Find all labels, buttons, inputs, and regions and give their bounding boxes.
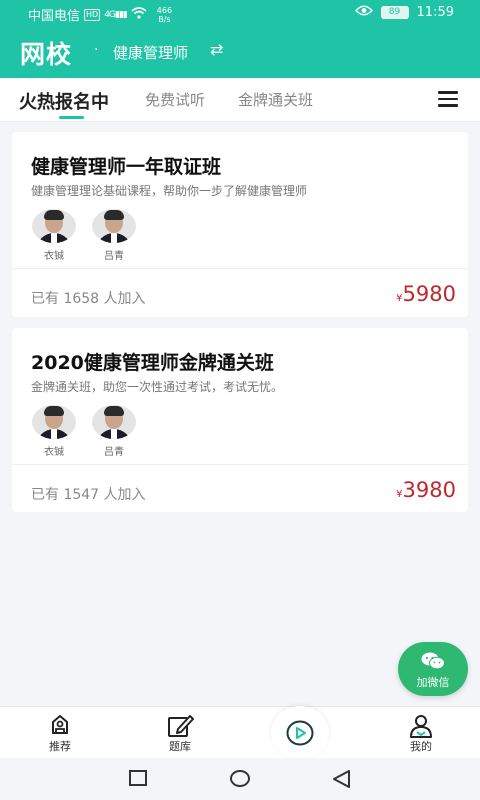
avatar [32, 209, 76, 243]
nav-label: 题库 [169, 740, 191, 753]
tab-gold-class[interactable]: 金牌通关班 [238, 89, 313, 110]
status-bar: 中国电信 HD 4G▮▮▮ 466 B/s 89 11:59 [0, 0, 480, 26]
battery-level: 89 [388, 7, 401, 17]
active-tab-indicator [59, 116, 84, 119]
price-amount: 3980 [402, 478, 456, 502]
course-card[interactable]: 2020健康管理师金牌通关班 金牌通关班，助您一次性通过考试，考试无忧。 衣铖 … [12, 328, 468, 512]
network-speed: 466 B/s [157, 6, 172, 24]
course-description: 金牌通关班，助您一次性通过考试，考试无忧。 [31, 380, 284, 394]
enroll-number: 1547 [63, 487, 100, 503]
teacher[interactable]: 吕青 [91, 405, 137, 458]
enrollment-count: 已有 1658 人加入 [31, 288, 146, 308]
teacher-name: 吕青 [104, 447, 124, 458]
teacher[interactable]: 衣铖 [31, 209, 77, 262]
home-icon [46, 713, 74, 739]
teacher[interactable]: 衣铖 [31, 405, 77, 458]
system-nav-bar [0, 758, 480, 800]
speed-unit: B/s [158, 14, 171, 24]
divider [12, 268, 468, 269]
teacher[interactable]: 吕青 [91, 209, 137, 262]
enroll-prefix: 已有 [31, 291, 64, 307]
play-icon [286, 720, 314, 746]
battery-icon: 89 [380, 6, 409, 19]
course-title: 健康管理师一年取证班 [31, 156, 222, 178]
nav-label: 推荐 [49, 740, 71, 753]
teacher-name: 衣铖 [44, 447, 64, 458]
tab-free-trial[interactable]: 免费试听 [145, 89, 205, 110]
course-switcher-label[interactable]: 健康管理师 [113, 42, 188, 63]
recent-apps-icon[interactable] [129, 770, 147, 786]
back-icon[interactable] [330, 768, 352, 790]
speed-value: 466 [156, 5, 173, 15]
nav-label: 我的 [410, 740, 432, 753]
price-amount: 5980 [402, 282, 456, 306]
switch-icon[interactable]: ⇄ [210, 40, 223, 59]
signal-label: 4G [104, 9, 116, 20]
home-button-icon[interactable] [230, 770, 250, 787]
enroll-number: 1658 [63, 291, 100, 307]
course-price: ¥3980 [396, 478, 456, 502]
edit-icon [166, 713, 194, 739]
header-separator: · [94, 42, 99, 58]
tab-hot-enrollment[interactable]: 火热报名中 [19, 88, 109, 114]
teacher-name: 吕青 [104, 251, 124, 262]
course-description: 健康管理理论基础课程，帮助你一步了解健康管理师 [31, 184, 308, 198]
enrollment-count: 已有 1547 人加入 [31, 484, 146, 504]
enroll-suffix: 人加入 [99, 487, 146, 503]
eye-icon [354, 5, 373, 20]
avatar [92, 405, 136, 439]
menu-icon[interactable] [438, 91, 458, 107]
course-card[interactable]: 健康管理师一年取证班 健康管理理论基础课程，帮助你一步了解健康管理师 衣铖 吕青… [12, 132, 468, 317]
divider [12, 464, 468, 465]
wifi-icon [131, 6, 147, 23]
add-wechat-button[interactable]: 加微信 [398, 642, 468, 696]
brand-logo: 网校 [20, 40, 73, 69]
enroll-suffix: 人加入 [99, 291, 146, 307]
course-price: ¥5980 [396, 282, 456, 306]
course-title: 2020健康管理师金牌通关班 [31, 352, 274, 374]
avatar [32, 405, 76, 439]
clock: 11:59 [416, 5, 454, 20]
wechat-label: 加微信 [416, 676, 450, 689]
signal-icon: 4G▮▮▮ [104, 9, 128, 20]
wechat-icon [421, 652, 445, 670]
hd-badge: HD [84, 8, 101, 21]
user-icon [407, 713, 435, 739]
carrier-label: 中国电信 [28, 9, 81, 24]
avatar [92, 209, 136, 243]
play-button[interactable] [271, 706, 329, 760]
app-header: 网校 · 健康管理师 ⇄ [0, 26, 480, 78]
enroll-prefix: 已有 [31, 487, 64, 503]
nav-mine[interactable]: 我的 [381, 707, 461, 759]
nav-recommend[interactable]: 推荐 [20, 707, 100, 759]
teacher-name: 衣铖 [44, 251, 64, 262]
bottom-nav: 推荐 题库 我的 [0, 706, 480, 758]
nav-question-bank[interactable]: 题库 [140, 707, 220, 759]
category-tabs: 火热报名中 免费试听 金牌通关班 [0, 78, 480, 122]
